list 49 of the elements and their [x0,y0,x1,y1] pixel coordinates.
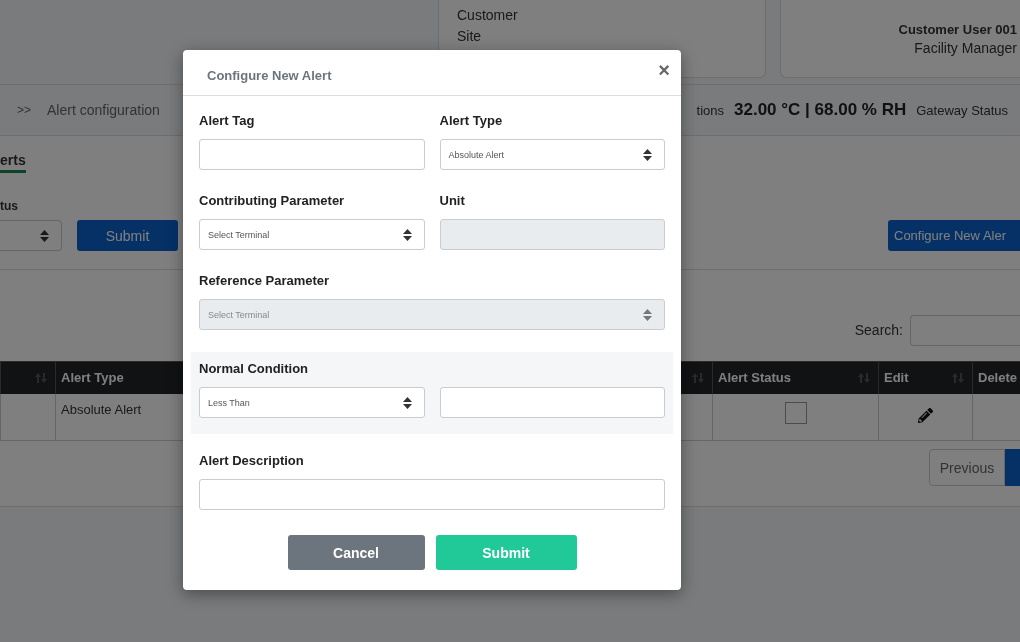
modal-title: Configure New Alert [207,68,332,83]
field-label: Normal Condition [199,360,310,377]
conditions-reading: 32.00 °C | 68.00 % RH [734,100,907,120]
previous-button[interactable]: Previous [929,449,1005,486]
breadcrumb-current: Alert configuration [47,102,160,118]
edit-icon[interactable] [918,407,933,423]
field-label: Alert Tag [199,112,256,129]
field-label: Contributing Parameter [199,192,346,209]
site-text: Customer [457,6,519,25]
site-text: Site [457,27,483,46]
column-header[interactable] [0,361,56,394]
field-label: Alert Description [199,452,305,469]
input-field[interactable] [199,139,425,170]
column-header[interactable]: Edit [878,361,973,394]
search-label: Search: [854,321,903,340]
sort-caret-icon [643,308,652,321]
user-name: Customer User 001 [898,21,1017,38]
conditions-label: tions [696,102,724,118]
sort-icon[interactable] [858,373,870,383]
select-field[interactable]: Select Terminal [199,219,425,250]
sort-caret-icon [402,228,412,241]
input-field[interactable] [199,479,665,510]
tab[interactable]: erts [0,152,26,173]
select-field[interactable]: Absolute Alert [439,139,665,170]
close-button[interactable]: × [656,59,672,82]
status-select[interactable] [0,220,62,251]
column-header[interactable]: Alert Status [712,361,879,394]
cancel-button[interactable]: Cancel [287,535,425,570]
user-role: Facility Manager [914,39,1017,58]
input-field[interactable] [439,387,665,418]
sort-icon[interactable] [952,373,964,383]
select-field[interactable]: Less Than [199,387,425,418]
page-button[interactable] [1005,449,1020,486]
column-header[interactable]: Delete [972,361,1020,394]
status-checkbox[interactable] [784,401,807,424]
field-label: Unit [439,192,466,209]
sort-icon[interactable] [692,373,704,383]
configure-alert-button[interactable]: Configure New Aler [888,220,1020,251]
status-label: tus [0,199,18,213]
sort-caret-icon [402,396,412,409]
field-label: Reference Parameter [199,272,331,289]
field-label: Alert Type [439,112,504,129]
submit-button[interactable]: Submit [77,220,178,251]
sort-caret-icon [643,148,652,161]
sort-icon[interactable] [35,373,47,383]
sort-caret-icon [40,229,49,242]
gateway-status-label: Gateway Status [916,102,1008,118]
breadcrumb-separator: >> [17,103,31,117]
search-field[interactable] [910,315,1020,346]
